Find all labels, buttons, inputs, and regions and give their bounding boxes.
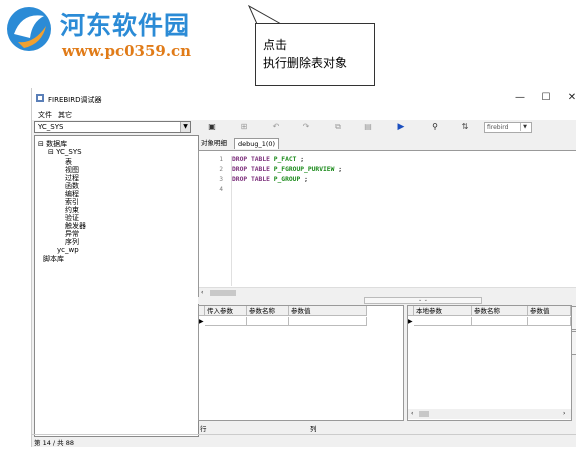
watermark-logo-icon [7, 7, 51, 51]
column-header[interactable]: 本地参数 [414, 306, 472, 316]
callout-text: 执行删除表对象 [263, 56, 348, 70]
schema-select-value: YC_SYS [38, 123, 64, 131]
scroll-left-icon[interactable]: ‹ [201, 289, 203, 296]
code-line: DROP TABLE P_FGROUP_PURVIEW ; [232, 166, 342, 173]
app-icon [36, 94, 44, 102]
line-number: 3 [219, 176, 223, 183]
chevron-down-icon[interactable]: ▼ [180, 122, 190, 132]
line-number: 2 [219, 166, 223, 173]
scroll-thumb[interactable] [210, 290, 236, 296]
column-header[interactable]: 参数值 [289, 306, 367, 316]
grid-cell[interactable] [414, 317, 472, 326]
status-bar: 第 14 / 共 88 [32, 434, 576, 447]
replace-icon[interactable]: ⇅ [457, 121, 473, 133]
debugger-window: FIREBIRD调试器 — ☐ ✕ 文件 其它 YC_SYS ▼ ▣ ⊞ ↶ ↷… [31, 88, 576, 447]
status-text: 第 14 / 共 88 [34, 439, 74, 447]
grid-cell[interactable] [205, 317, 247, 326]
column-header[interactable]: 参数名称 [247, 306, 289, 316]
tree-node-schema[interactable]: ⊟ YC_SYS [48, 148, 82, 156]
panel-splitter[interactable]: ⌄ ⌄ [198, 297, 576, 304]
grid-cell[interactable] [472, 317, 528, 326]
maximize-button[interactable]: ☐ [539, 92, 553, 104]
column-header[interactable]: 参数名称 [472, 306, 528, 316]
menu-bar [32, 108, 576, 120]
column-header[interactable]: 传入参数 [205, 306, 247, 316]
watermark-url: www.pc0359.cn [62, 42, 192, 60]
row-label: 行 [200, 425, 207, 433]
close-button[interactable]: ✕ [565, 92, 576, 104]
menu-other[interactable]: 其它 [58, 110, 72, 120]
find-icon[interactable]: ⚲ [427, 121, 443, 133]
chevron-down-icon[interactable]: ⌄ ⌄ [364, 297, 482, 304]
minimize-button[interactable]: — [513, 92, 527, 104]
tree-node-other[interactable]: yc_wp [57, 246, 79, 254]
input-params-grid: 传入参数 参数名称 参数值 ▶ [198, 305, 404, 421]
paste-icon[interactable]: ▤ [360, 121, 376, 133]
watermark-title: 河东软件园 [60, 11, 191, 40]
grid-cell[interactable] [289, 317, 367, 326]
collapse-icon[interactable]: ⊟ [48, 148, 54, 156]
new-icon[interactable]: ▣ [204, 121, 220, 133]
tab-debug[interactable]: debug_1(0) [234, 138, 280, 149]
cut-icon[interactable]: ⊞ [236, 121, 252, 133]
grid-cell[interactable] [247, 317, 289, 326]
position-bar: 行 列 [198, 422, 576, 433]
column-header[interactable]: 参数值 [528, 306, 571, 316]
run-icon[interactable]: ▶ [393, 121, 409, 133]
copy-icon[interactable]: ⧉ [330, 121, 346, 133]
line-number: 4 [219, 186, 223, 193]
schema-select[interactable]: YC_SYS ▼ [34, 121, 191, 133]
line-number: 1 [219, 156, 223, 163]
collapse-icon[interactable]: ⊟ [38, 140, 44, 148]
code-line: DROP TABLE P_FACT ; [232, 156, 305, 163]
redo-icon[interactable]: ↷ [298, 121, 314, 133]
code-line: DROP TABLE P_GROUP ; [232, 176, 308, 183]
scroll-right-icon[interactable]: › [563, 410, 565, 417]
tree-node-scripts[interactable]: 脚本库 [43, 254, 64, 264]
chevron-down-icon[interactable]: ▼ [520, 123, 529, 131]
gutter-divider [231, 156, 232, 286]
scroll-left-icon[interactable]: ‹ [411, 410, 413, 417]
side-button[interactable] [571, 331, 576, 355]
db-tree: ⊟ 数据库 ⊟ YC_SYS 表 视图 过程 函数 编程 索引 约束 验证 触发… [34, 135, 199, 437]
grid-scrollbar[interactable]: ‹ › [408, 409, 571, 419]
callout-text: 点击 [263, 38, 288, 52]
title-bar: FIREBIRD调试器 — ☐ ✕ [32, 88, 576, 108]
col-label: 列 [310, 425, 317, 433]
undo-icon[interactable]: ↶ [268, 121, 284, 133]
tab-object-detail[interactable]: 对象明细 [198, 138, 230, 148]
sql-editor[interactable]: 1 DROP TABLE P_FACT ; 2 DROP TABLE P_FGR… [198, 150, 576, 299]
menu-file[interactable]: 文件 [38, 110, 52, 120]
scroll-thumb[interactable] [419, 411, 429, 417]
local-params-grid: 本地参数 参数名称 参数值 ▶ ‹ › [407, 305, 572, 421]
side-button[interactable] [571, 306, 576, 330]
window-title: FIREBIRD调试器 [48, 96, 102, 104]
grid-cell[interactable] [528, 317, 571, 326]
